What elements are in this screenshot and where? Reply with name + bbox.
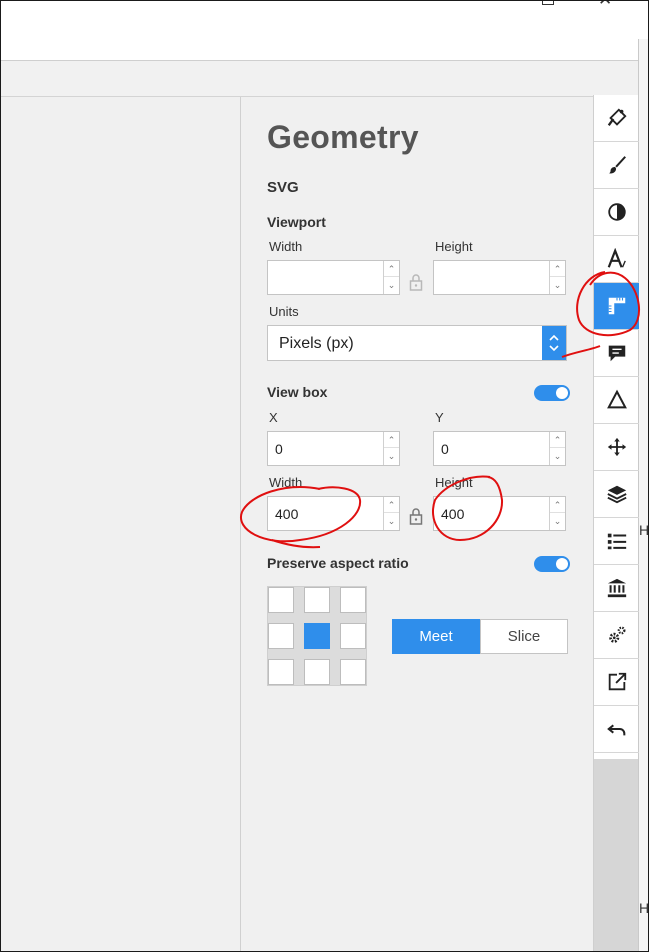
align-center[interactable] [304, 623, 330, 649]
alignment-grid [267, 586, 367, 686]
toolbar-strip [1, 61, 638, 97]
align-top-left[interactable] [268, 587, 294, 613]
select-arrows-icon[interactable] [542, 326, 566, 360]
comment-icon[interactable] [594, 330, 639, 377]
spinner[interactable]: ⌃ ⌄ [383, 497, 399, 530]
units-label: Units [269, 304, 299, 319]
decrement-icon[interactable]: ⌄ [384, 277, 399, 293]
viewbox-toggle[interactable] [534, 385, 570, 401]
viewbox-width-label: Width [269, 475, 303, 490]
panel-title: Geometry [267, 119, 419, 155]
paint-bucket-icon[interactable] [594, 95, 639, 142]
increment-icon[interactable]: ⌃ [550, 497, 565, 513]
contrast-icon[interactable] [594, 189, 639, 236]
viewbox-x-input[interactable]: 0 ⌃ ⌄ [267, 431, 400, 466]
viewport-height-label: Height [435, 239, 473, 254]
align-top-right[interactable] [340, 587, 366, 613]
decrement-icon[interactable]: ⌄ [550, 277, 565, 293]
viewport-width-input[interactable]: ⌃ ⌄ [267, 260, 400, 295]
lock-icon[interactable] [409, 507, 423, 525]
maximize-icon[interactable] [542, 0, 554, 5]
viewbox-height-value: 400 [441, 506, 465, 522]
increment-icon[interactable]: ⌃ [384, 432, 399, 448]
aspect-ratio-toggle[interactable] [534, 556, 570, 572]
settings-gears-icon[interactable] [594, 612, 639, 659]
viewbox-x-label: X [269, 410, 278, 425]
increment-icon[interactable]: ⌃ [384, 497, 399, 513]
viewport-label: Viewport [267, 214, 326, 230]
decrement-icon[interactable]: ⌄ [384, 448, 399, 464]
align-bottom-center[interactable] [304, 659, 330, 685]
lock-icon[interactable] [409, 273, 423, 291]
spinner[interactable]: ⌃ ⌄ [383, 432, 399, 465]
viewbox-y-label: Y [435, 410, 444, 425]
layers-icon[interactable] [594, 471, 639, 518]
edge-letter: H [639, 900, 649, 916]
align-middle-left[interactable] [268, 623, 294, 649]
close-icon[interactable]: ✕ [598, 0, 612, 8]
decrement-icon[interactable]: ⌄ [384, 513, 399, 529]
align-top-center[interactable] [304, 587, 330, 613]
align-bottom-right[interactable] [340, 659, 366, 685]
edge-letter: H [639, 522, 649, 538]
export-icon[interactable] [594, 659, 639, 706]
spinner[interactable]: ⌃ ⌄ [549, 432, 565, 465]
right-edge [638, 1, 648, 951]
geometry-panel: Geometry SVG Viewport Width Height ⌃ ⌄ ⌃… [241, 97, 593, 951]
move-icon[interactable] [594, 424, 639, 471]
bank-icon[interactable] [594, 565, 639, 612]
spinner[interactable]: ⌃ ⌄ [549, 261, 565, 294]
spinner[interactable]: ⌃ ⌄ [383, 261, 399, 294]
viewbox-width-value: 400 [275, 506, 299, 522]
icon-sidebar [593, 95, 639, 759]
spinner[interactable]: ⌃ ⌄ [549, 497, 565, 530]
canvas-area[interactable] [1, 97, 241, 951]
section-title: SVG [267, 179, 299, 196]
aspect-ratio-label: Preserve aspect ratio [267, 555, 409, 571]
units-select[interactable]: Pixels (px) [267, 325, 567, 361]
viewport-height-input[interactable]: ⌃ ⌄ [433, 260, 566, 295]
decrement-icon[interactable]: ⌄ [550, 448, 565, 464]
sidebar-empty-area [593, 759, 638, 951]
increment-icon[interactable]: ⌃ [550, 261, 565, 277]
geometry-ruler-icon[interactable] [594, 283, 639, 330]
list-icon[interactable] [594, 518, 639, 565]
viewbox-height-input[interactable]: 400 ⌃ ⌄ [433, 496, 566, 531]
undo-icon[interactable] [594, 706, 639, 753]
viewbox-width-input[interactable]: 400 ⌃ ⌄ [267, 496, 400, 531]
brush-icon[interactable] [594, 142, 639, 189]
title-bar: ✕ [1, 0, 638, 61]
triangle-icon[interactable] [594, 377, 639, 424]
viewbox-y-value: 0 [441, 441, 449, 457]
text-style-icon[interactable] [594, 236, 639, 283]
right-edge-top [638, 1, 648, 39]
viewbox-label: View box [267, 384, 328, 400]
increment-icon[interactable]: ⌃ [384, 261, 399, 277]
align-middle-right[interactable] [340, 623, 366, 649]
viewbox-height-label: Height [435, 475, 473, 490]
meet-button[interactable]: Meet [392, 619, 480, 654]
viewbox-x-value: 0 [275, 441, 283, 457]
align-bottom-left[interactable] [268, 659, 294, 685]
viewport-width-label: Width [269, 239, 303, 254]
units-value: Pixels (px) [279, 335, 354, 352]
increment-icon[interactable]: ⌃ [550, 432, 565, 448]
decrement-icon[interactable]: ⌄ [550, 513, 565, 529]
slice-button[interactable]: Slice [480, 619, 568, 654]
viewbox-y-input[interactable]: 0 ⌃ ⌄ [433, 431, 566, 466]
